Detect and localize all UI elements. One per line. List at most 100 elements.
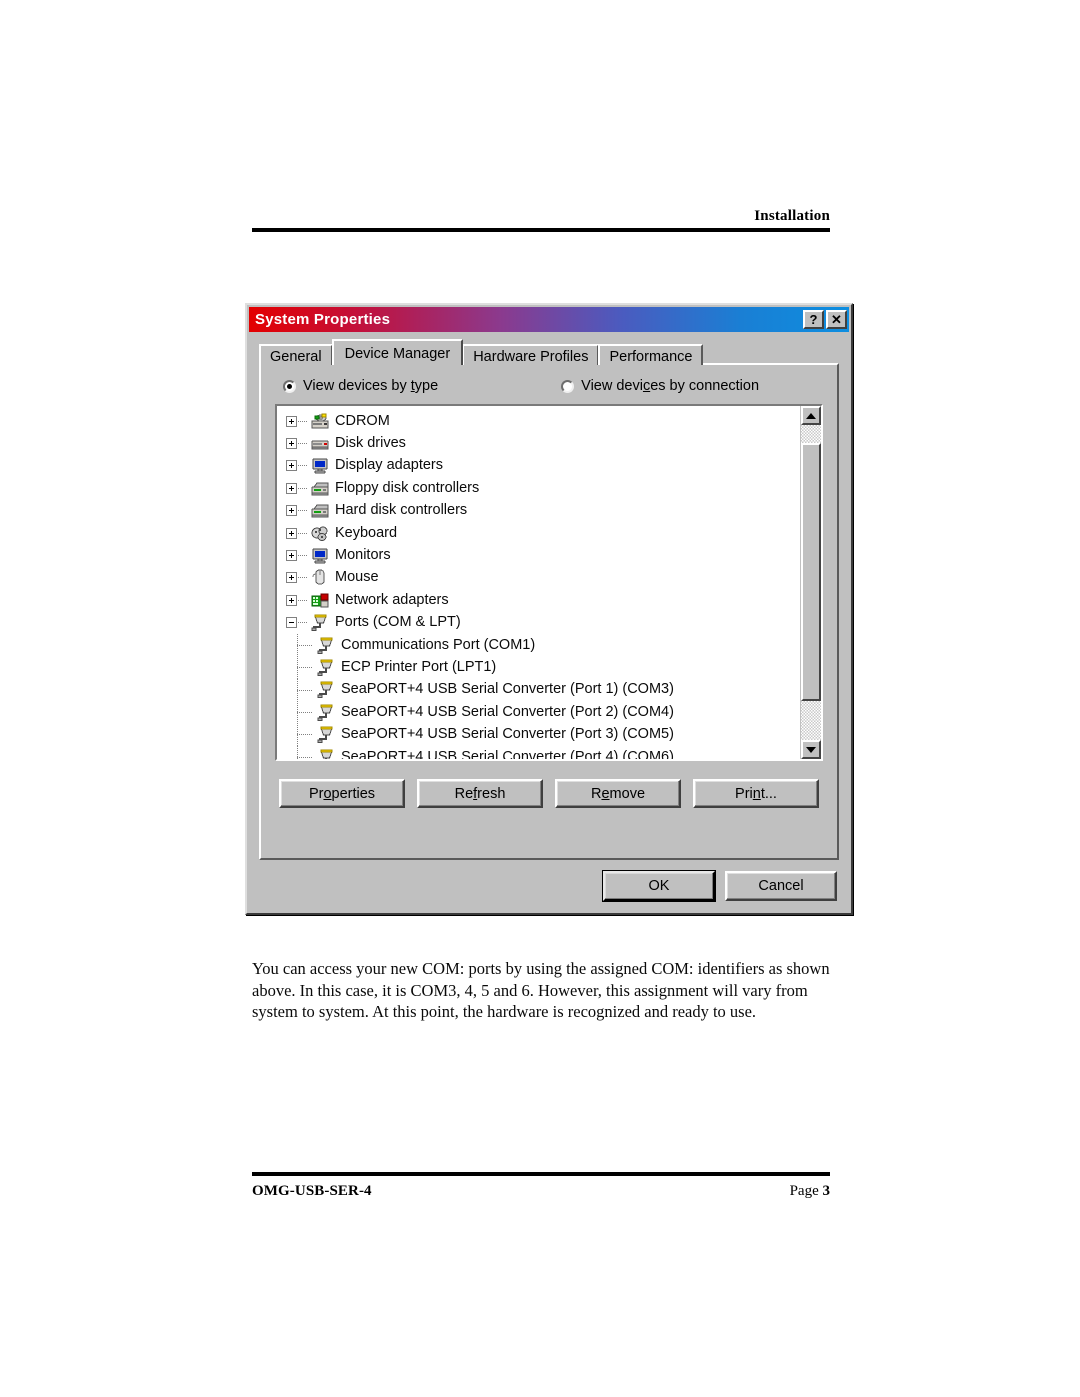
tree-item[interactable]: SeaPORT+4 USB Serial Converter (Port 1) … xyxy=(281,678,800,702)
keyboard-icon xyxy=(310,525,330,542)
radio-button-icon xyxy=(561,379,575,393)
arrow-down-icon xyxy=(806,746,816,753)
tab-device-manager[interactable]: Device Manager xyxy=(331,339,464,365)
tree-item[interactable]: Display adapters xyxy=(281,455,800,477)
tree-item-label: Network adapters xyxy=(335,591,449,608)
ok-button[interactable]: OK xyxy=(603,871,715,901)
expand-plus-icon[interactable] xyxy=(286,460,297,472)
arrow-up-icon xyxy=(806,412,816,419)
tree-connector-vertical xyxy=(297,701,298,724)
tree-item[interactable]: Hard disk controllers xyxy=(281,500,800,522)
monitor-icon xyxy=(310,457,330,474)
expand-plus-icon[interactable] xyxy=(286,594,297,606)
disk-drive-icon xyxy=(310,435,330,452)
tab-performance[interactable]: Performance xyxy=(598,344,704,365)
tree-connector xyxy=(298,599,307,601)
tree-connector xyxy=(297,734,312,736)
print-button[interactable]: Print... xyxy=(693,779,819,808)
tree-connector-vertical xyxy=(297,745,298,759)
properties-button[interactable]: Properties xyxy=(279,779,405,808)
dialog-titlebar[interactable]: System Properties ? ✕ xyxy=(249,307,849,332)
tab-hardware-profiles[interactable]: Hardware Profiles xyxy=(462,344,600,365)
expand-plus-icon[interactable] xyxy=(286,572,297,584)
tree-item[interactable]: SeaPORT+4 USB Serial Converter (Port 4) … xyxy=(281,745,800,759)
device-tree[interactable]: CDROM Disk drives Display adapters Floppy d… xyxy=(277,406,800,759)
footer-rule xyxy=(252,1172,830,1176)
scrollbar-thumb[interactable] xyxy=(801,443,821,701)
tree-vertical-scrollbar[interactable] xyxy=(800,406,821,759)
expand-plus-icon[interactable] xyxy=(286,505,297,517)
tree-item-label: SeaPORT+4 USB Serial Converter (Port 2) … xyxy=(341,703,674,720)
cdrom-icon xyxy=(310,413,330,430)
tree-item-label: Communications Port (COM1) xyxy=(341,636,536,653)
tree-item-label: Keyboard xyxy=(335,524,398,541)
tree-item[interactable]: Communications Port (COM1) xyxy=(281,633,800,657)
expand-plus-icon[interactable] xyxy=(286,438,297,450)
controller-icon xyxy=(310,480,330,497)
footer-product-name: OMG-USB-SER-4 xyxy=(252,1183,372,1199)
radio-view-by-connection[interactable]: View devices by connection xyxy=(561,378,759,394)
properties-button-label: Properties xyxy=(308,785,376,802)
page-header-title: Installation xyxy=(754,208,830,224)
page-footer: OMG-USB-SER-4 Page 3 xyxy=(252,1172,830,1200)
tree-item[interactable]: Mouse xyxy=(281,567,800,589)
tree-item[interactable]: SeaPORT+4 USB Serial Converter (Port 2) … xyxy=(281,701,800,724)
tree-item-label: CDROM xyxy=(335,412,390,429)
expand-plus-icon[interactable] xyxy=(286,415,297,427)
tree-connector-vertical xyxy=(297,656,298,679)
radio-view-by-type[interactable]: View devices by type xyxy=(283,378,438,394)
cancel-button-label: Cancel xyxy=(758,878,804,894)
tree-item-label: ECP Printer Port (LPT1) xyxy=(341,658,497,675)
cancel-button[interactable]: Cancel xyxy=(725,871,837,901)
tree-item-label: Monitors xyxy=(335,547,391,564)
port-icon xyxy=(316,704,336,721)
tab-performance-label: Performance xyxy=(609,349,693,365)
tree-connector xyxy=(298,510,307,512)
tab-strip: General Device Manager Hardware Profiles… xyxy=(259,339,851,365)
radio-view-by-connection-label: View devices by connection xyxy=(581,378,760,394)
expand-plus-icon[interactable] xyxy=(286,527,297,539)
port-icon xyxy=(316,637,336,654)
expand-plus-icon[interactable] xyxy=(286,550,297,562)
tree-item[interactable]: ECP Printer Port (LPT1) xyxy=(281,656,800,679)
refresh-button[interactable]: Refresh xyxy=(417,779,543,808)
tree-item[interactable]: Ports (COM & LPT) xyxy=(281,612,800,634)
tree-item-label: SeaPORT+4 USB Serial Converter (Port 4) … xyxy=(341,748,674,759)
tree-item[interactable]: Disk drives xyxy=(281,432,800,454)
tree-item[interactable]: Network adapters xyxy=(281,589,800,611)
tree-connector xyxy=(298,577,307,579)
remove-button[interactable]: Remove xyxy=(555,779,681,808)
port-icon xyxy=(316,681,336,699)
collapse-minus-icon[interactable] xyxy=(286,617,297,629)
expand-plus-icon[interactable] xyxy=(286,482,297,494)
device-manager-panel: View devices by type View devices by con… xyxy=(259,363,839,860)
tree-connector xyxy=(298,443,307,445)
tab-general[interactable]: General xyxy=(259,344,333,365)
tree-item[interactable]: CDROM xyxy=(281,410,800,432)
scroll-down-button[interactable] xyxy=(801,740,821,759)
tree-connector xyxy=(297,689,312,691)
system-properties-dialog: System Properties ? ✕ General Device Man… xyxy=(245,303,853,915)
tree-item[interactable]: SeaPORT+4 USB Serial Converter (Port 3) … xyxy=(281,723,800,746)
scrollbar-track[interactable] xyxy=(801,425,821,740)
help-icon[interactable]: ? xyxy=(803,310,824,329)
scroll-up-button[interactable] xyxy=(801,406,821,425)
tree-item-label: SeaPORT+4 USB Serial Converter (Port 3) … xyxy=(341,726,674,743)
port-icon xyxy=(316,749,336,759)
tree-item-label: Ports (COM & LPT) xyxy=(335,614,461,631)
tree-item[interactable]: Floppy disk controllers xyxy=(281,477,800,499)
tree-connector xyxy=(297,667,312,669)
tree-item[interactable]: Monitors xyxy=(281,544,800,566)
close-icon[interactable]: ✕ xyxy=(826,310,847,329)
tree-connector-vertical xyxy=(297,678,298,702)
tab-general-label: General xyxy=(270,349,322,365)
radio-button-icon xyxy=(283,379,296,393)
ok-button-label: OK xyxy=(648,878,670,894)
port-icon xyxy=(316,726,336,744)
tree-connector xyxy=(297,756,312,758)
tree-connector xyxy=(298,420,307,422)
port-icon xyxy=(316,659,336,676)
tree-item[interactable]: Keyboard xyxy=(281,522,800,544)
monitor-icon xyxy=(310,547,330,564)
network-adapter-icon xyxy=(310,592,330,609)
